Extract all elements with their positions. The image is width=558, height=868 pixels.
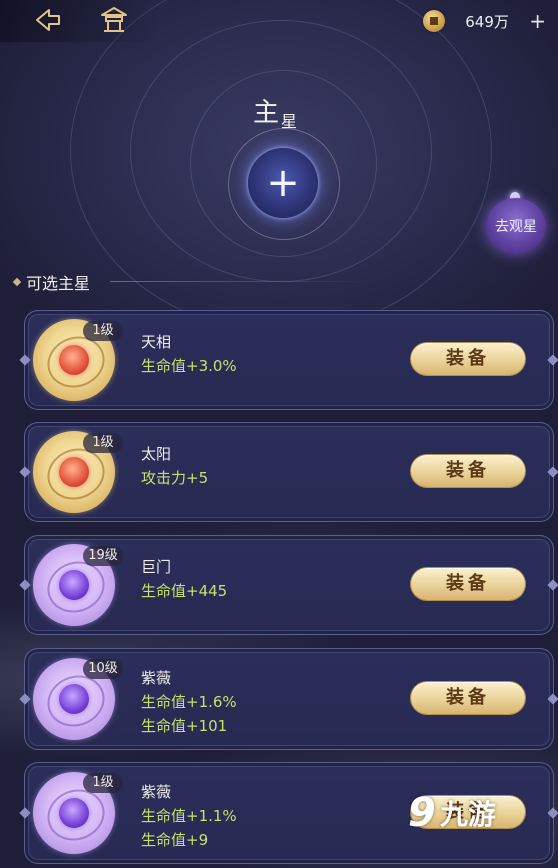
- section-header: 可选主星: [12, 270, 91, 294]
- diamond-icon: [12, 277, 22, 287]
- watermark-text: 九游: [439, 798, 496, 831]
- medal-core: [59, 345, 89, 375]
- star-card[interactable]: 1级 天相 生命值+3.0% 装备: [19, 310, 558, 410]
- level-badge: 19级: [83, 546, 123, 566]
- topbar-background: [0, 0, 160, 42]
- medal-core: [59, 684, 89, 714]
- equip-button[interactable]: 装备: [411, 343, 525, 375]
- copper-coin-icon: [423, 10, 446, 32]
- star-stat: 生命值+1.6%: [141, 693, 237, 711]
- star-name: 太阳: [141, 445, 172, 463]
- add-currency-button[interactable]: +: [529, 11, 546, 31]
- star-selection-screen: 649万 + 主星 + 去观星 可选主星 1级 天相 生命值+3.0% 装备 1…: [0, 0, 558, 868]
- star-name: 巨门: [141, 558, 172, 576]
- home-button[interactable]: [92, 2, 136, 38]
- level-badge: 1级: [83, 433, 123, 453]
- medal-core: [59, 570, 89, 600]
- level-badge: 1级: [83, 321, 123, 341]
- medal-core: [59, 457, 89, 487]
- star-stat: 生命值+101: [141, 717, 228, 735]
- star-stat: 生命值+9: [141, 831, 209, 849]
- watermark-mark: 9: [408, 790, 436, 836]
- section-divider: [110, 281, 370, 282]
- star-stat: 生命值+3.0%: [141, 357, 237, 375]
- star-card[interactable]: 10级 紫薇 生命值+1.6% 生命值+101 装备: [19, 648, 558, 750]
- equip-button[interactable]: 装备: [411, 682, 525, 714]
- back-arrow-icon: [36, 9, 60, 31]
- star-stat: 生命值+445: [141, 582, 228, 600]
- observe-stars-button[interactable]: 去观星: [486, 198, 546, 254]
- main-star-slot-button[interactable]: +: [248, 148, 318, 218]
- card-ornament: [19, 354, 31, 366]
- level-badge: 1级: [83, 773, 123, 793]
- star-card[interactable]: 19级 巨门 生命值+445 装备: [19, 535, 558, 635]
- back-button[interactable]: [26, 2, 70, 38]
- star-card[interactable]: 1级 太阳 攻击力+5 装备: [19, 422, 558, 522]
- currency-display: 649万 +: [423, 10, 546, 32]
- section-title: 可选主星: [26, 274, 91, 293]
- level-badge: 10级: [83, 659, 123, 679]
- equip-button[interactable]: 装备: [411, 455, 525, 487]
- star-name: 紫薇: [141, 783, 172, 801]
- star-name: 天相: [141, 333, 172, 351]
- watermark-logo: 9 九游: [408, 790, 496, 836]
- currency-amount: 649万: [465, 12, 509, 31]
- card-ornament: [547, 466, 558, 478]
- medal-core: [59, 798, 89, 828]
- main-star-title: 主星: [253, 92, 297, 131]
- star-name: 紫薇: [141, 669, 172, 687]
- equip-button[interactable]: 装备: [411, 568, 525, 600]
- card-ornament: [19, 466, 31, 478]
- main-star-title-big: 主: [253, 98, 280, 128]
- star-stat: 生命值+1.1%: [141, 807, 237, 825]
- card-ornament: [547, 354, 558, 366]
- pavilion-icon: [101, 7, 127, 32]
- star-stat: 攻击力+5: [141, 469, 209, 487]
